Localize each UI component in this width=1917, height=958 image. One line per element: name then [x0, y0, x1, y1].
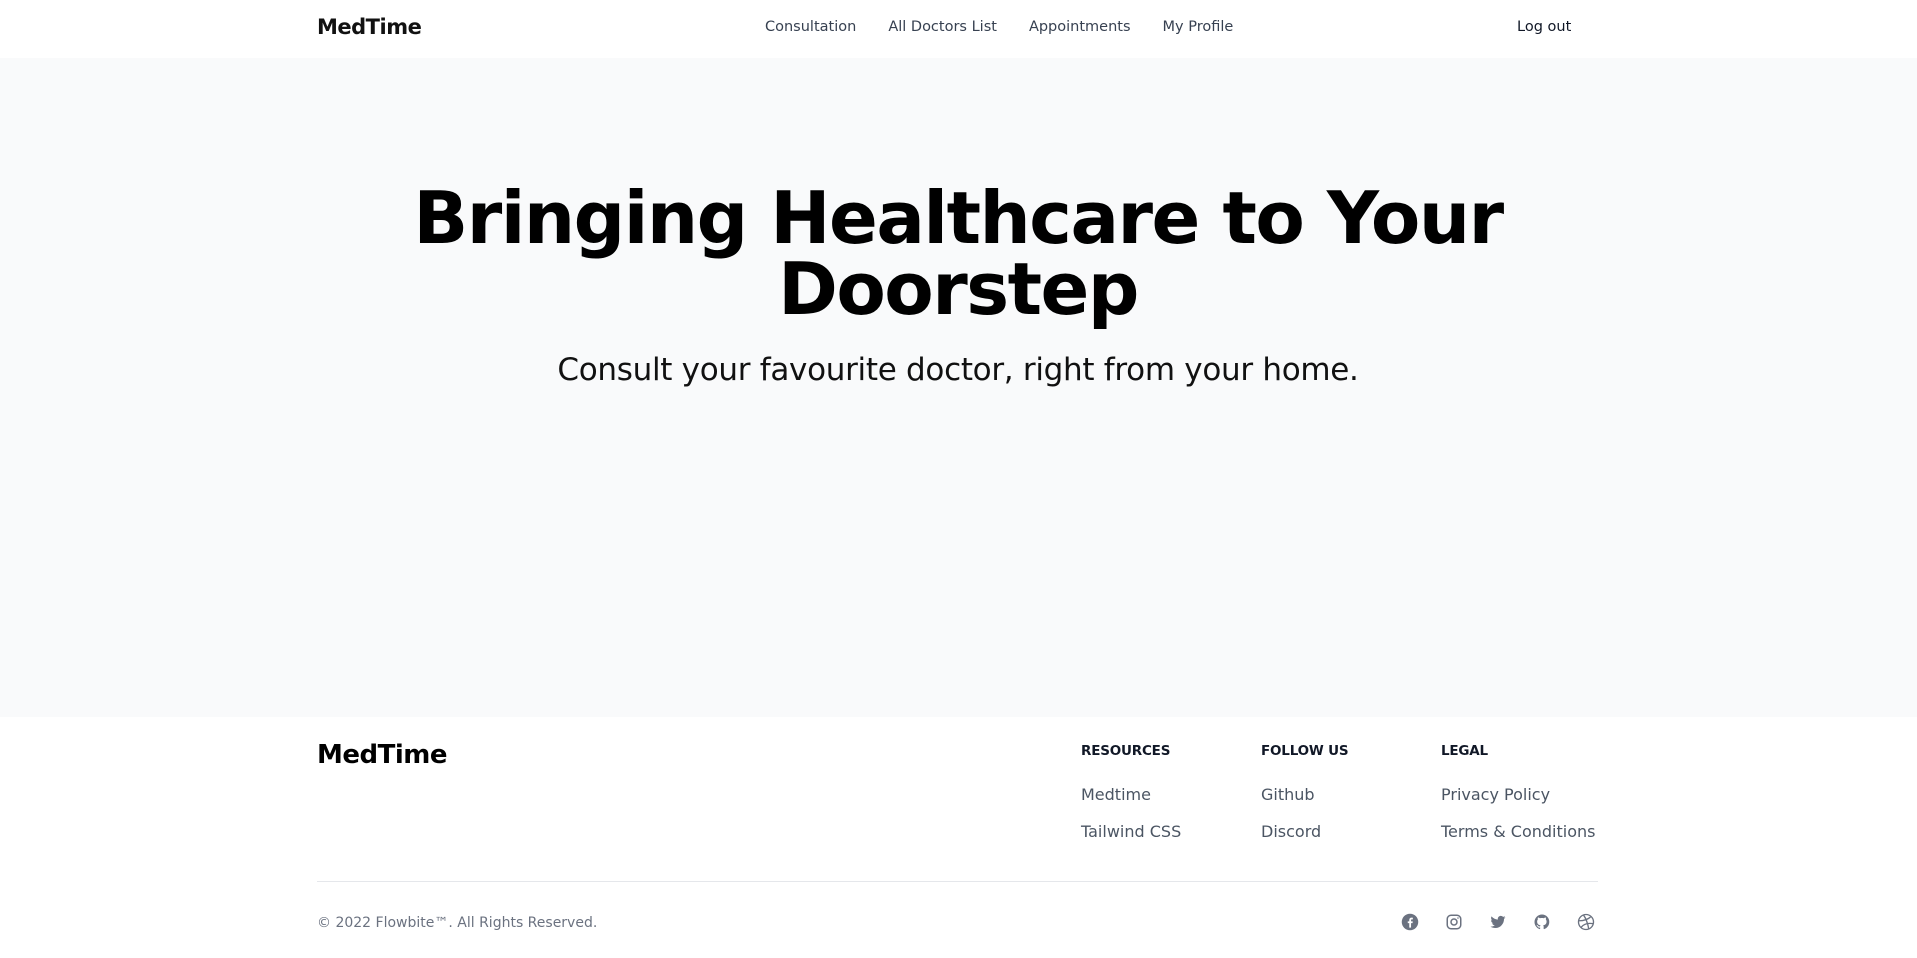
footer-link-privacy-policy[interactable]: Privacy Policy	[1441, 785, 1550, 804]
main-nav: Consultation All Doctors List Appointmen…	[765, 19, 1233, 35]
footer: MedTime RESOURCES Medtime Tailwind CSS F…	[0, 717, 1917, 958]
footer-heading-legal: LEGAL	[1441, 743, 1488, 759]
copyright-text: © 2022 Flowbite™. All Rights Reserved.	[317, 915, 598, 931]
footer-column-follow-us: FOLLOW US Github Discord	[1261, 743, 1349, 859]
twitter-icon[interactable]	[1489, 913, 1507, 931]
footer-link-github[interactable]: Github	[1261, 785, 1315, 804]
brand-logo[interactable]: MedTime	[317, 15, 422, 39]
footer-link-tailwind-css[interactable]: Tailwind CSS	[1081, 822, 1181, 841]
nav-link-appointments[interactable]: Appointments	[1029, 19, 1131, 35]
footer-column-resources: RESOURCES Medtime Tailwind CSS	[1081, 743, 1181, 859]
dribbble-icon[interactable]	[1577, 913, 1595, 931]
nav-link-consultation[interactable]: Consultation	[765, 19, 856, 35]
footer-link-discord[interactable]: Discord	[1261, 822, 1321, 841]
footer-heading-resources: RESOURCES	[1081, 743, 1171, 759]
facebook-icon[interactable]	[1401, 913, 1419, 931]
hero-title: Bringing Healthcare to Your Doorstep	[413, 176, 1504, 331]
footer-brand-logo[interactable]: MedTime	[317, 740, 448, 770]
footer-link-medtime[interactable]: Medtime	[1081, 785, 1151, 804]
navbar: MedTime Consultation All Doctors List Ap…	[0, 0, 1917, 58]
hero-subtitle: Consult your favourite doctor, right fro…	[557, 352, 1359, 388]
footer-link-terms-conditions[interactable]: Terms & Conditions	[1441, 822, 1595, 841]
nav-link-all-doctors-list[interactable]: All Doctors List	[888, 19, 997, 35]
footer-heading-follow-us: FOLLOW US	[1261, 743, 1349, 759]
social-links	[1401, 913, 1595, 931]
footer-divider	[317, 881, 1598, 882]
footer-column-legal: LEGAL Privacy Policy Terms & Conditions	[1441, 743, 1595, 859]
logout-button[interactable]: Log out	[1517, 19, 1571, 35]
hero-section: Bringing Healthcare to Your Doorstep Con…	[0, 58, 1917, 717]
nav-link-my-profile[interactable]: My Profile	[1163, 19, 1234, 35]
github-icon[interactable]	[1533, 913, 1551, 931]
instagram-icon[interactable]	[1445, 913, 1463, 931]
